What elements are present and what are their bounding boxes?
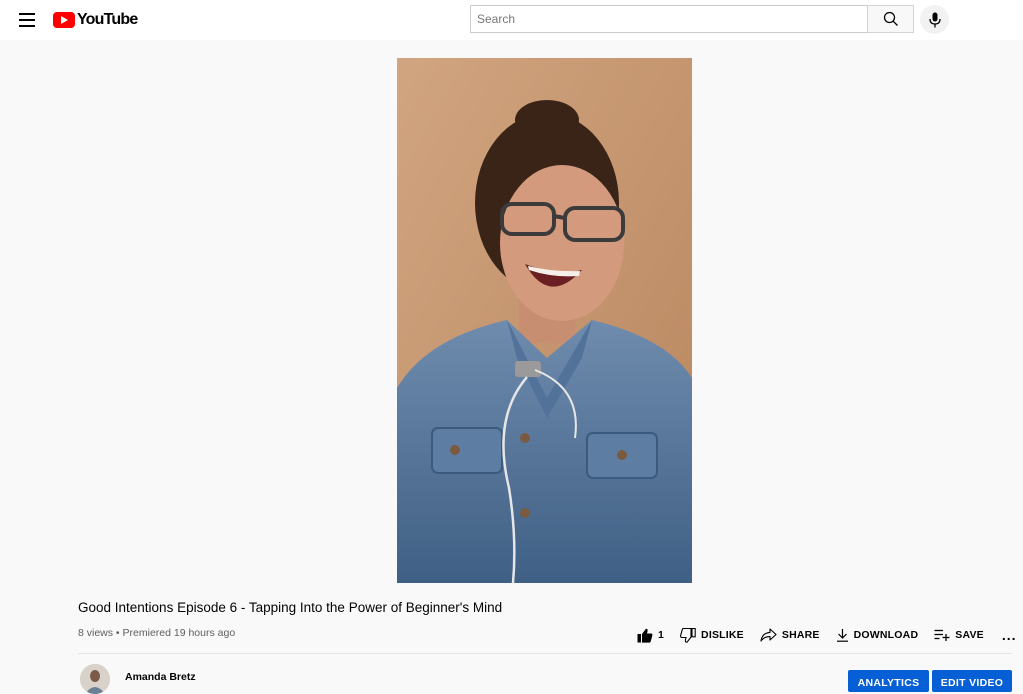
like-button[interactable]: 1 — [637, 628, 664, 643]
thumbs-up-icon — [637, 628, 653, 643]
more-actions-button[interactable]: ... — [1002, 627, 1017, 643]
voice-search-button[interactable] — [920, 5, 949, 34]
logo-text: YouTube — [77, 11, 138, 28]
youtube-logo[interactable]: YouTube — [53, 11, 138, 29]
analytics-button[interactable]: ANALYTICS — [848, 670, 929, 692]
video-meta: 8 views • Premiered 19 hours ago — [78, 627, 236, 639]
search-button[interactable] — [867, 5, 914, 33]
save-button[interactable]: SAVE — [934, 629, 984, 641]
video-frame — [397, 58, 692, 583]
channel-name[interactable]: Amanda Bretz — [125, 671, 196, 683]
edit-video-button[interactable]: EDIT VIDEO — [932, 670, 1012, 692]
add-to-playlist-icon — [934, 629, 950, 641]
share-label: SHARE — [781, 629, 820, 641]
save-label: SAVE — [955, 629, 984, 641]
more-actions-icon: ... — [1001, 627, 1017, 643]
video-title: Good Intentions Episode 6 - Tapping Into… — [78, 600, 503, 615]
share-button[interactable]: SHARE — [760, 628, 820, 642]
analytics-label: ANALYTICS — [857, 677, 920, 689]
download-icon — [836, 629, 848, 642]
avatar-image — [80, 664, 110, 694]
avatar[interactable] — [80, 664, 110, 694]
search-icon — [883, 11, 898, 26]
youtube-play-icon — [53, 12, 75, 28]
dislike-label: DISLIKE — [701, 629, 744, 641]
video-actions: 1 DISLIKE SHARE DOWNLOAD SAVE ... — [637, 626, 1017, 644]
edit-video-label: EDIT VIDEO — [940, 677, 1004, 689]
share-icon — [760, 628, 777, 642]
dislike-button[interactable]: DISLIKE — [680, 627, 744, 643]
masthead: YouTube — [0, 0, 1023, 40]
search-input[interactable] — [471, 6, 867, 32]
download-button[interactable]: DOWNLOAD — [836, 628, 919, 642]
like-count: 1 — [658, 629, 665, 641]
hamburger-menu-icon[interactable] — [19, 13, 35, 27]
search-box — [470, 5, 867, 33]
thumbs-down-icon — [680, 627, 696, 643]
video-player[interactable] — [397, 58, 692, 583]
section-divider — [78, 653, 1012, 654]
download-label: DOWNLOAD — [853, 629, 919, 641]
microphone-icon — [928, 12, 941, 27]
